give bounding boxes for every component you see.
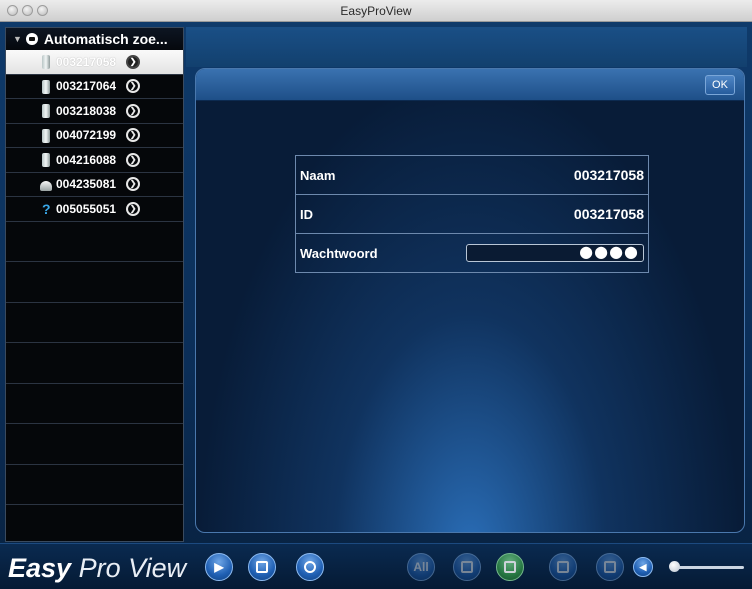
camera-icon xyxy=(42,104,50,118)
id-label: ID xyxy=(300,206,313,222)
playback-button[interactable]: ▶ xyxy=(205,553,233,581)
layout-nine-button[interactable] xyxy=(596,553,624,581)
dialog-header-bar xyxy=(196,69,744,101)
disclosure-triangle-icon[interactable]: ▼ xyxy=(13,34,22,44)
camera-icon xyxy=(42,55,50,69)
device-row[interactable]: 004216088 ❯ xyxy=(6,148,183,173)
device-row[interactable]: 003218038 ❯ xyxy=(6,99,183,124)
password-field[interactable]: ●●●● xyxy=(466,244,644,262)
layout-all-label: All xyxy=(413,560,429,574)
device-row[interactable]: 004072199 ❯ xyxy=(6,124,183,148)
chevron-right-icon[interactable]: ❯ xyxy=(126,128,141,143)
camera-icon xyxy=(42,79,50,94)
empty-list-row xyxy=(6,505,183,541)
password-label: Wachtwoord xyxy=(300,245,378,261)
search-button[interactable] xyxy=(296,553,324,581)
volume-slider-knob[interactable] xyxy=(669,561,680,572)
chevron-right-icon[interactable]: ❯ xyxy=(126,79,141,94)
empty-list-row xyxy=(6,465,183,505)
bottom-toolbar: Easy Pro View ▶ All ◀ xyxy=(0,543,752,589)
sidebar-group-label: Automatisch zoe... xyxy=(43,31,168,47)
play-icon: ▶ xyxy=(214,560,224,574)
name-value: 003217058 xyxy=(573,167,644,183)
empty-list-row xyxy=(6,303,183,343)
device-row[interactable]: 003217064 ❯ xyxy=(6,75,183,99)
device-list: 003217058 ❯ 003217064 ❯ 003218038 ❯ 0040… xyxy=(6,50,183,541)
volume-slider-track[interactable] xyxy=(672,566,744,569)
device-label: 004072199 xyxy=(56,128,117,143)
devices-button[interactable] xyxy=(248,553,276,581)
unknown-device-icon xyxy=(42,201,51,217)
speaker-icon: ◀ xyxy=(639,561,647,572)
devices-icon xyxy=(256,561,268,573)
chevron-right-icon[interactable]: ❯ xyxy=(126,201,141,216)
device-label: 003217058 xyxy=(56,54,117,69)
camera-icon xyxy=(42,153,50,167)
app-body: ▼ Automatisch zoe... 003217058 ❯ 0032170… xyxy=(0,22,752,589)
search-group-icon xyxy=(25,33,38,45)
sidebar-group-header[interactable]: ▼ Automatisch zoe... xyxy=(6,28,183,50)
device-settings-dialog: OK Naam 003217058 ID 003217058 Wachtwoor… xyxy=(195,68,745,533)
chevron-right-icon[interactable]: ❯ xyxy=(126,103,141,118)
six-view-icon xyxy=(557,561,569,573)
window-titlebar: EasyProView xyxy=(0,0,752,22)
single-view-icon xyxy=(461,561,473,573)
device-label: 005055051 xyxy=(56,201,117,216)
camera-icon xyxy=(42,128,50,143)
device-sidebar: ▼ Automatisch zoe... 003217058 ❯ 0032170… xyxy=(5,27,184,542)
empty-list-row xyxy=(6,343,183,384)
device-label: 003218038 xyxy=(56,103,117,118)
layout-all-button[interactable]: All xyxy=(407,553,435,581)
app-logo: Easy Pro View xyxy=(8,553,186,584)
top-strip xyxy=(186,27,747,67)
nine-view-icon xyxy=(604,561,616,573)
device-row[interactable]: 005055051 ❯ xyxy=(6,197,183,222)
layout-quad-button[interactable] xyxy=(496,553,524,581)
layout-single-button[interactable] xyxy=(453,553,481,581)
quad-view-icon xyxy=(504,561,516,573)
empty-list-row xyxy=(6,222,183,262)
window-title: EasyProView xyxy=(340,4,412,18)
empty-list-row xyxy=(6,262,183,303)
empty-list-row xyxy=(6,384,183,424)
id-row: ID 003217058 xyxy=(296,195,648,234)
device-label: 004235081 xyxy=(56,177,117,192)
device-label: 004216088 xyxy=(56,152,117,167)
logo-bold-text: Easy xyxy=(8,553,72,583)
device-row[interactable]: 004235081 ❯ xyxy=(6,173,183,197)
search-icon xyxy=(304,561,316,573)
chevron-right-icon[interactable]: ❯ xyxy=(126,152,141,167)
name-label: Naam xyxy=(300,167,336,183)
device-row[interactable]: 003217058 ❯ xyxy=(6,50,183,75)
dome-camera-icon xyxy=(40,180,52,191)
device-label: 003217064 xyxy=(56,79,117,94)
ok-button[interactable]: OK xyxy=(705,75,735,95)
layout-six-button[interactable] xyxy=(549,553,577,581)
chevron-right-icon[interactable]: ❯ xyxy=(126,177,141,192)
volume-button[interactable]: ◀ xyxy=(633,557,653,577)
name-row: Naam 003217058 xyxy=(296,156,648,195)
password-row: Wachtwoord ●●●● xyxy=(296,234,648,272)
chevron-right-icon[interactable]: ❯ xyxy=(126,54,141,69)
empty-list-row xyxy=(6,424,183,465)
device-form: Naam 003217058 ID 003217058 Wachtwoord ●… xyxy=(295,155,649,273)
logo-light-text: Pro View xyxy=(78,553,187,583)
id-value: 003217058 xyxy=(573,206,644,222)
